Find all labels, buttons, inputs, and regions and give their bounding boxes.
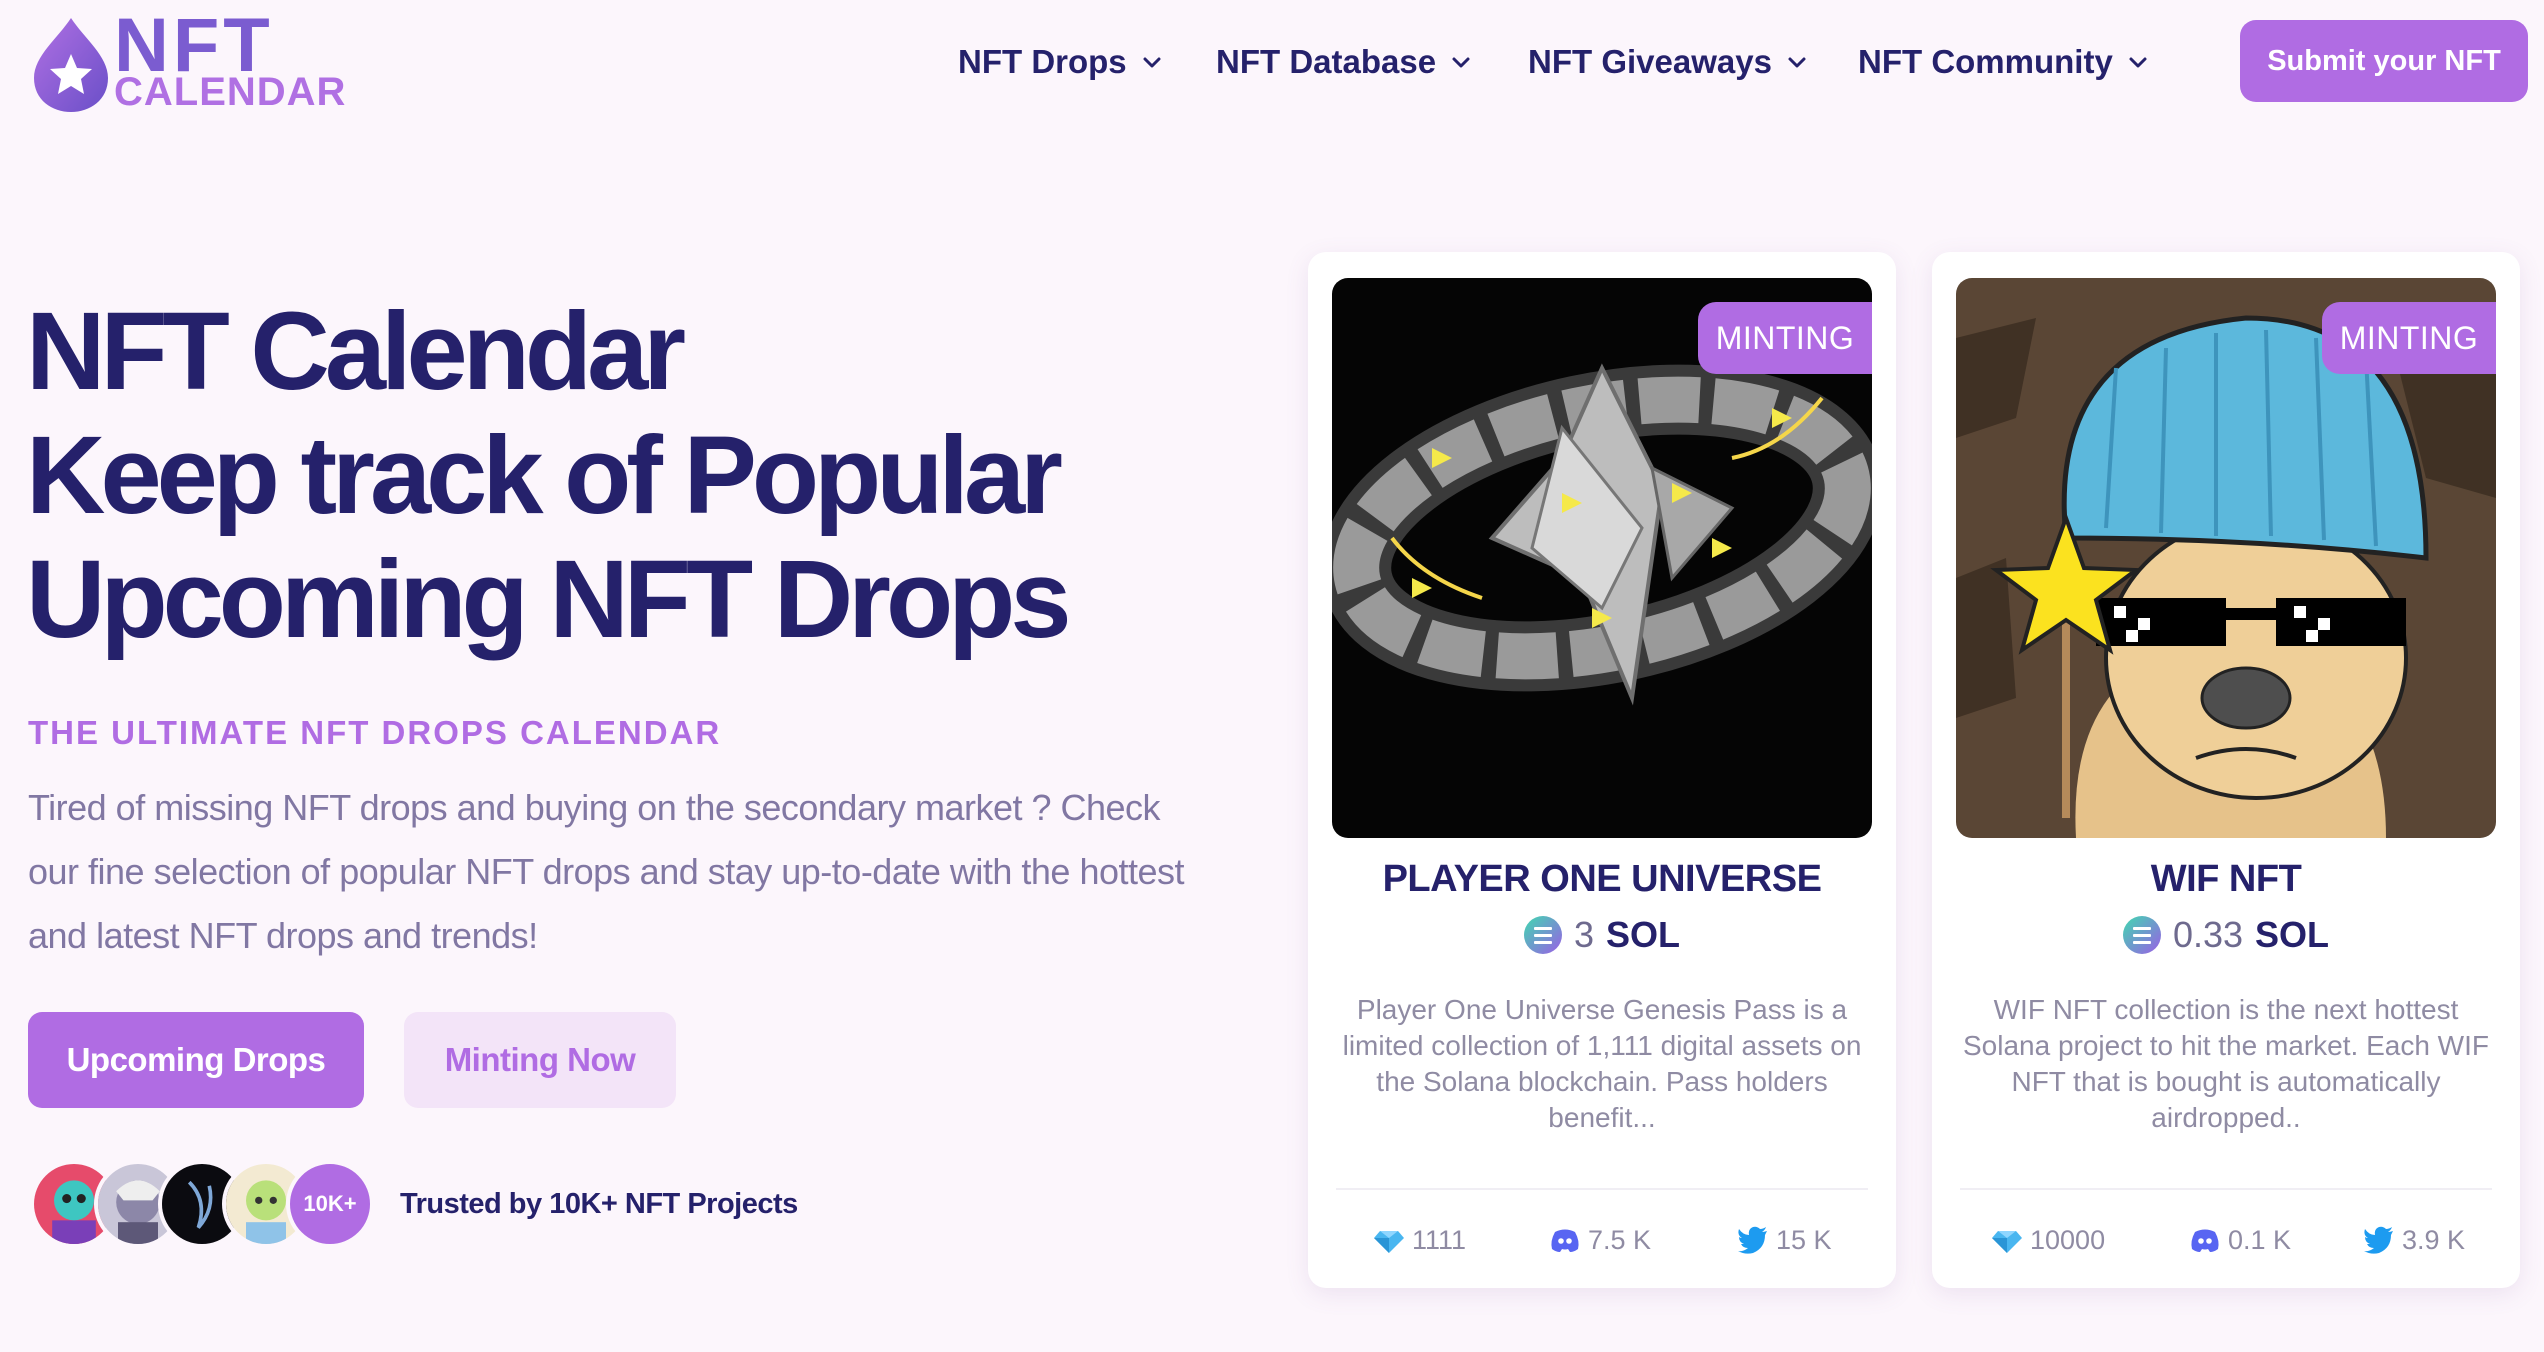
discord-icon bbox=[1551, 1229, 1579, 1252]
discord-icon bbox=[2191, 1229, 2219, 1252]
nft-card-description: WIF NFT collection is the next hottest S… bbox=[1962, 994, 2489, 1133]
nft-card-title[interactable]: WIF NFT bbox=[1932, 858, 2520, 901]
site-logo[interactable]: NFT CALENDAR bbox=[26, 8, 347, 114]
discord-stat[interactable]: 0.1 K bbox=[2188, 1220, 2291, 1260]
solana-icon bbox=[1523, 916, 1562, 954]
trusted-text: Trusted by 10K+ NFT Projects bbox=[400, 1188, 798, 1220]
nav-item-label: NFT Database bbox=[1216, 43, 1437, 80]
diamond-icon bbox=[1374, 1231, 1404, 1253]
nav-item-nft-drops[interactable]: NFT Drops bbox=[958, 38, 1163, 86]
price-currency: SOL bbox=[2255, 914, 2330, 955]
nav-item-nft-giveaways[interactable]: NFT Giveaways bbox=[1528, 38, 1808, 86]
chevron-down-icon bbox=[1788, 57, 1806, 68]
hero-title-line: Upcoming NFT Drops bbox=[26, 538, 1072, 661]
logo-text-bottom: CALENDAR bbox=[114, 70, 347, 114]
twitter-stat[interactable]: 15 K bbox=[1736, 1220, 1832, 1260]
nft-card-description: Player One Universe Genesis Pass is a li… bbox=[1342, 994, 1862, 1133]
nav-item-label: NFT Community bbox=[1858, 43, 2113, 80]
chevron-down-icon bbox=[2129, 57, 2147, 68]
nft-card-price: 3 SOL bbox=[1308, 912, 1896, 958]
trusted-count-badge: 10K+ bbox=[286, 1160, 374, 1248]
nft-card-title[interactable]: PLAYER ONE UNIVERSE bbox=[1308, 858, 1896, 901]
discord-stat[interactable]: 7.5 K bbox=[1548, 1220, 1651, 1260]
supply-value: 1111 bbox=[1412, 1224, 1467, 1255]
nft-card-price: 0.33 SOL bbox=[1932, 912, 2520, 958]
supply-stat: 10000 bbox=[1990, 1220, 2105, 1260]
twitter-followers: 15 K bbox=[1776, 1224, 1832, 1255]
card-divider bbox=[1336, 1188, 1868, 1190]
site-header: NFT CALENDAR NFT Drops NFT Database NFT … bbox=[0, 0, 2544, 130]
chevron-down-icon bbox=[1143, 57, 1161, 68]
hero-title-line: NFT Calendar bbox=[26, 290, 686, 413]
price-value: 3 bbox=[1573, 914, 1594, 955]
nft-card-wif-nft[interactable]: MINTING WIF NFT 0.33 SOL WIF NFT collect… bbox=[1932, 252, 2520, 1288]
supply-value: 10000 bbox=[2030, 1224, 2106, 1255]
twitter-icon bbox=[1738, 1226, 1767, 1254]
minting-badge: MINTING bbox=[1698, 302, 1872, 374]
logo-star-drop-icon bbox=[34, 18, 108, 112]
twitter-icon bbox=[2364, 1226, 2393, 1254]
hero-description: Tired of missing NFT drops and buying on… bbox=[28, 787, 1185, 956]
hero-title: NFT Calendar Keep track of Popular Upcom… bbox=[26, 290, 1226, 662]
hero-eyebrow: THE ULTIMATE NFT DROPS CALENDAR bbox=[28, 714, 722, 751]
card-divider bbox=[1960, 1188, 2492, 1190]
price-value: 0.33 bbox=[2172, 914, 2244, 955]
nft-card-stats: 1111 7.5 K 15 K bbox=[1308, 1220, 1896, 1260]
price-currency: SOL bbox=[1606, 914, 1681, 955]
discord-members: 7.5 K bbox=[1588, 1224, 1652, 1255]
twitter-stat[interactable]: 3.9 K bbox=[2362, 1220, 2465, 1260]
nft-image[interactable]: MINTING bbox=[1332, 278, 1872, 838]
twitter-followers: 3.9 K bbox=[2402, 1224, 2466, 1255]
nav-item-label: NFT Drops bbox=[958, 43, 1127, 80]
nft-card-player-one-universe[interactable]: MINTING PLAYER ONE UNIVERSE 3 SOL Player… bbox=[1308, 252, 1896, 1288]
chevron-down-icon bbox=[1452, 57, 1470, 68]
supply-stat: 1111 bbox=[1372, 1220, 1466, 1260]
solana-icon bbox=[2122, 916, 2161, 954]
nav-item-nft-database[interactable]: NFT Database bbox=[1216, 38, 1472, 86]
minting-now-button[interactable]: Minting Now bbox=[404, 1012, 676, 1108]
nav-item-label: NFT Giveaways bbox=[1528, 43, 1772, 80]
hero-title-line: Keep track of Popular bbox=[26, 414, 1063, 537]
nft-image[interactable]: MINTING bbox=[1956, 278, 2496, 838]
diamond-icon bbox=[1992, 1231, 2022, 1253]
minting-badge: MINTING bbox=[2322, 302, 2496, 374]
upcoming-drops-button[interactable]: Upcoming Drops bbox=[28, 1012, 364, 1108]
discord-members: 0.1 K bbox=[2228, 1224, 2292, 1255]
nav-item-nft-community[interactable]: NFT Community bbox=[1858, 38, 2149, 86]
submit-nft-button[interactable]: Submit your NFT bbox=[2240, 20, 2528, 102]
nft-card-stats: 10000 0.1 K 3.9 K bbox=[1932, 1220, 2520, 1260]
